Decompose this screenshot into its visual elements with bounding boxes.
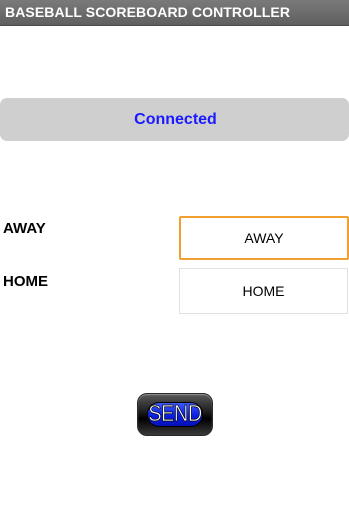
app-title-bar: BASEBALL SCOREBOARD CONTROLLER <box>0 0 349 26</box>
app-title: BASEBALL SCOREBOARD CONTROLLER <box>5 4 291 20</box>
home-label: HOME <box>3 273 48 290</box>
send-button[interactable]: SEND <box>137 393 213 436</box>
away-team-input[interactable] <box>179 216 349 260</box>
connection-status-text: Connected <box>134 110 217 128</box>
connection-status-bar: Connected <box>0 98 349 141</box>
away-label: AWAY <box>3 220 46 237</box>
send-button-face: SEND <box>147 401 203 427</box>
send-button-label: SEND <box>148 401 203 427</box>
home-team-input[interactable] <box>179 268 348 314</box>
